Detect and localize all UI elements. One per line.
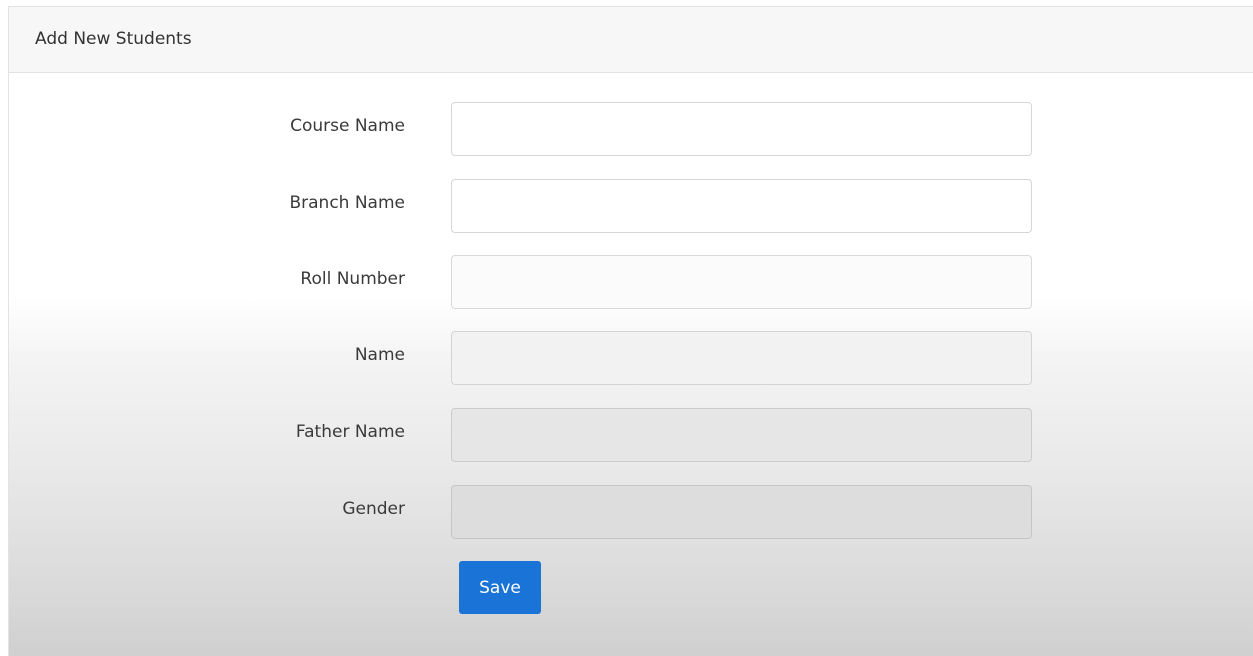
gender-label: Gender — [342, 499, 405, 519]
add-students-card: Add New Students Course Name Branch Name… — [8, 6, 1253, 656]
father-name-label: Father Name — [295, 422, 405, 442]
form-row-name: Name — [9, 331, 1253, 385]
form-row-gender: Gender — [9, 485, 1253, 539]
form-row-branch-name: Branch Name — [9, 179, 1253, 233]
card-title: Add New Students — [35, 29, 192, 49]
card-header: Add New Students — [9, 7, 1253, 73]
course-name-input[interactable] — [451, 102, 1032, 156]
form-row-father-name: Father Name — [9, 408, 1253, 462]
form-row-roll-number: Roll Number — [9, 255, 1253, 309]
name-label: Name — [354, 345, 405, 365]
roll-number-label: Roll Number — [300, 269, 405, 289]
father-name-input[interactable] — [451, 408, 1032, 462]
roll-number-input[interactable] — [451, 255, 1032, 309]
branch-name-input[interactable] — [451, 179, 1032, 233]
save-button[interactable]: Save — [459, 561, 541, 614]
branch-name-label: Branch Name — [289, 193, 405, 213]
course-name-label: Course Name — [290, 116, 405, 136]
name-input[interactable] — [451, 331, 1032, 385]
form-row-course-name: Course Name — [9, 102, 1253, 156]
gender-input[interactable] — [451, 485, 1032, 539]
